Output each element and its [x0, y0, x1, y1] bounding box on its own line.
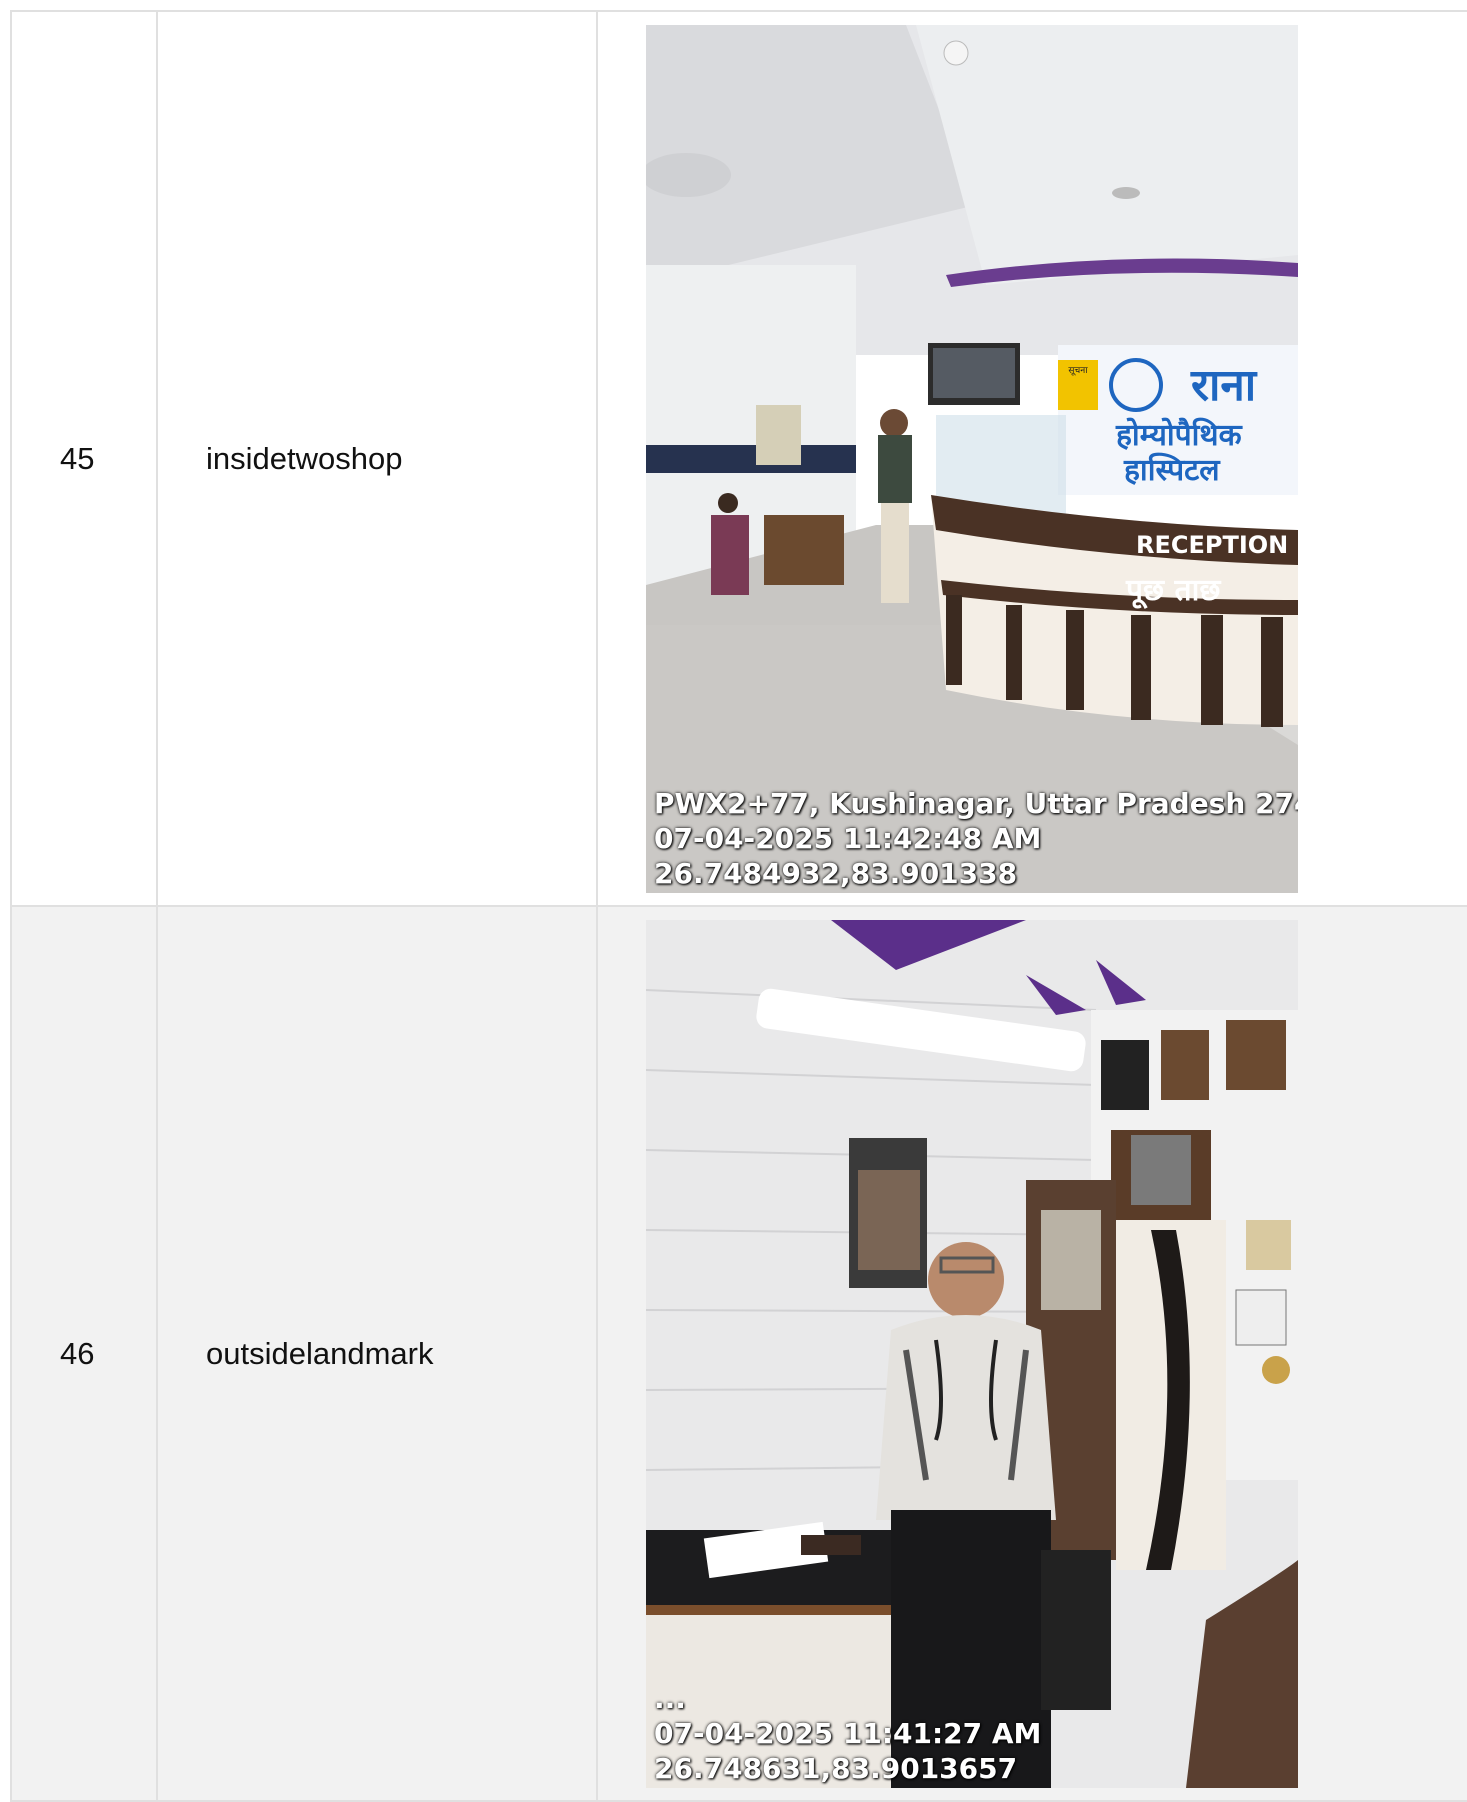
hospital-type-text: होम्योपैथिक [1115, 417, 1243, 453]
hospital-name-text: राना [1190, 360, 1258, 411]
address-text: ... [654, 1681, 686, 1715]
geotag-overlay: ... 07-04-2025 11:41:27 AM 26.748631,83.… [654, 1681, 1041, 1786]
row-number: 45 [10, 10, 158, 907]
timestamp-text: 07-04-2025 11:41:27 AM [654, 1716, 1042, 1750]
coordinates-text: 26.748631,83.9013657 [654, 1751, 1018, 1785]
hospital-word-text: हास्पिटल [1123, 452, 1221, 488]
table-row: 45 insidetwoshop सूचना राना होम्योपैथिक … [10, 10, 1467, 907]
address-text: PWX2+77, Kushinagar, Uttar Pradesh 27440… [654, 786, 1298, 820]
photo-label: outsidelandmark [156, 905, 598, 1802]
row-number: 46 [10, 905, 158, 1802]
reception-photo: सूचना राना होम्योपैथिक हास्पिटल RECEPTIO… [646, 24, 1298, 893]
enquiry-sign-text: पूछ ताछ [1125, 573, 1221, 609]
doctor-cabin-photo: ... 07-04-2025 11:41:27 AM 26.748631,83.… [646, 919, 1298, 1788]
photo-cell: ... 07-04-2025 11:41:27 AM 26.748631,83.… [596, 905, 1467, 1802]
geotag-overlay: PWX2+77, Kushinagar, Uttar Pradesh 27440… [654, 786, 1298, 891]
reception-sign-text: RECEPTION [1136, 531, 1288, 559]
photo-cell: सूचना राना होम्योपैथिक हास्पिटल RECEPTIO… [596, 10, 1467, 907]
photo-label: insidetwoshop [156, 10, 598, 907]
timestamp-text: 07-04-2025 11:42:48 AM [654, 821, 1042, 855]
geotag-photo-table: 45 insidetwoshop सूचना राना होम्योपैथिक … [10, 10, 1467, 1802]
notice-sign-text: सूचना [1068, 366, 1088, 376]
coordinates-text: 26.7484932,83.901338 [654, 856, 1018, 890]
table-row: 46 outsidelandmark ... 07-04-2025 11:41:… [10, 905, 1467, 1802]
